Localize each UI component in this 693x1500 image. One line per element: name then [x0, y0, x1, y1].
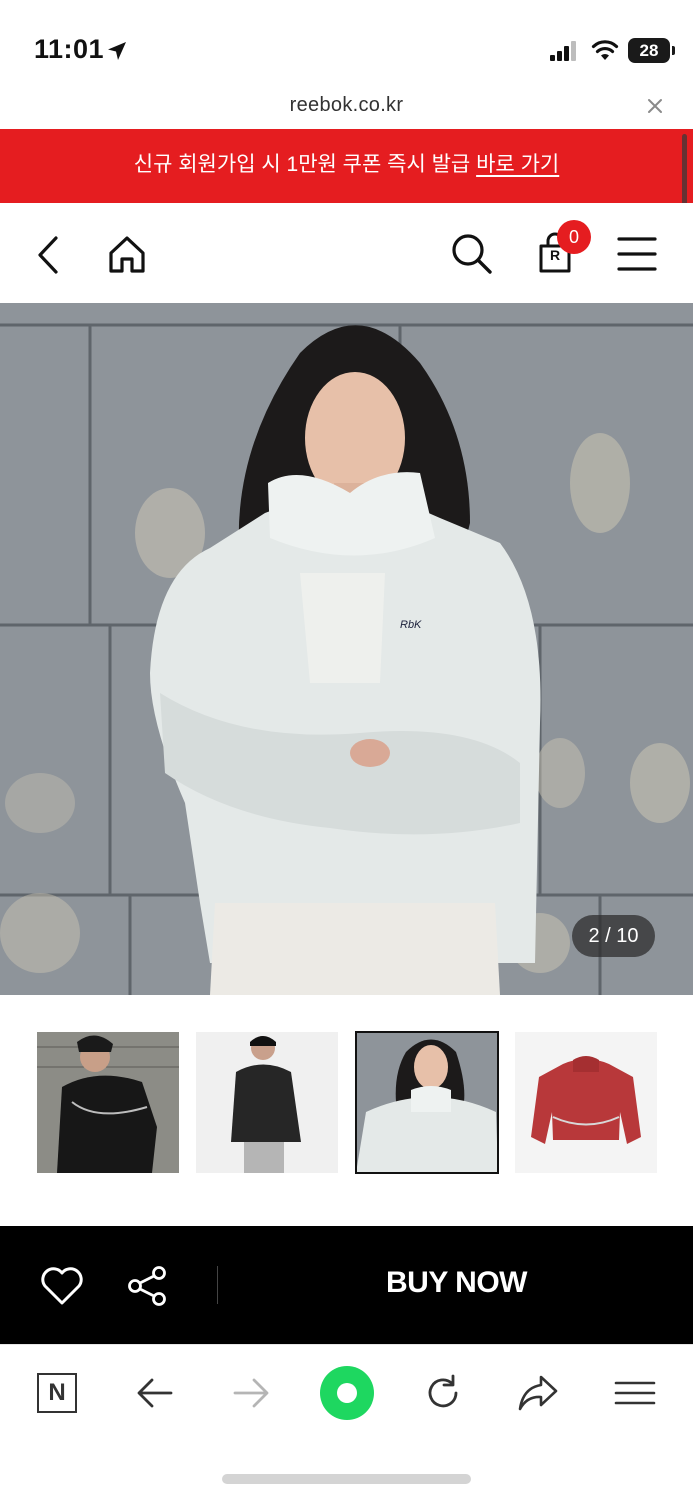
- svg-text:RbK: RbK: [400, 619, 422, 631]
- url-text[interactable]: reebok.co.kr: [0, 94, 693, 117]
- promo-link[interactable]: 바로 가기: [476, 153, 559, 176]
- close-icon[interactable]: [645, 96, 665, 116]
- signal-icon: [550, 41, 576, 61]
- search-icon[interactable]: [450, 232, 494, 276]
- naver-icon[interactable]: N: [37, 1373, 77, 1413]
- thumbnail-1-photo: [37, 1032, 179, 1173]
- location-arrow-icon: [108, 42, 126, 60]
- address-bar[interactable]: reebok.co.kr: [0, 88, 693, 128]
- buy-now-button[interactable]: BUY NOW: [220, 1226, 693, 1344]
- thumbnail-1[interactable]: [37, 1032, 179, 1173]
- share-arrow-icon[interactable]: [517, 1373, 559, 1413]
- status-bar: 11:01 28: [0, 0, 693, 92]
- thumbnail-3[interactable]: [355, 1031, 499, 1174]
- back-icon[interactable]: [34, 235, 62, 275]
- reload-icon[interactable]: [423, 1373, 463, 1413]
- promo-banner[interactable]: 신규 회원가입 시 1만원 쿠폰 즉시 발급 바로 가기: [0, 129, 693, 203]
- cart-count-badge: 0: [557, 220, 591, 254]
- thumbnail-strip: [0, 995, 693, 1225]
- naver-label: N: [48, 1379, 66, 1406]
- thumbnail-2[interactable]: [196, 1032, 338, 1173]
- thumbnail-3-photo: [356, 1032, 498, 1173]
- browser-menu-icon[interactable]: [614, 1379, 656, 1407]
- thumbnail-4[interactable]: [515, 1032, 657, 1173]
- image-counter: 2 / 10: [572, 915, 655, 957]
- wifi-icon: [591, 40, 619, 60]
- promo-text: 신규 회원가입 시 1만원 쿠폰 즉시 발급: [133, 153, 471, 176]
- clock: 11:01: [34, 34, 105, 64]
- hero-photo: RbK: [0, 303, 693, 995]
- scroll-indicator: [682, 134, 687, 212]
- product-hero-image[interactable]: RbK: [0, 303, 693, 995]
- home-icon[interactable]: [106, 234, 148, 274]
- share-icon[interactable]: [127, 1265, 169, 1307]
- thumbnail-2-photo: [196, 1032, 338, 1173]
- site-header: R: [0, 203, 693, 303]
- battery-indicator: 28: [628, 38, 675, 63]
- menu-icon[interactable]: [617, 236, 657, 272]
- heart-icon[interactable]: [39, 1266, 85, 1306]
- home-indicator[interactable]: [222, 1474, 471, 1484]
- thumbnail-4-photo: [515, 1032, 657, 1173]
- divider: [217, 1266, 218, 1304]
- back-arrow-icon[interactable]: [136, 1375, 174, 1411]
- purchase-bar: BUY NOW: [0, 1226, 693, 1344]
- forward-arrow-icon[interactable]: [232, 1375, 270, 1411]
- green-dot-icon[interactable]: [319, 1365, 375, 1421]
